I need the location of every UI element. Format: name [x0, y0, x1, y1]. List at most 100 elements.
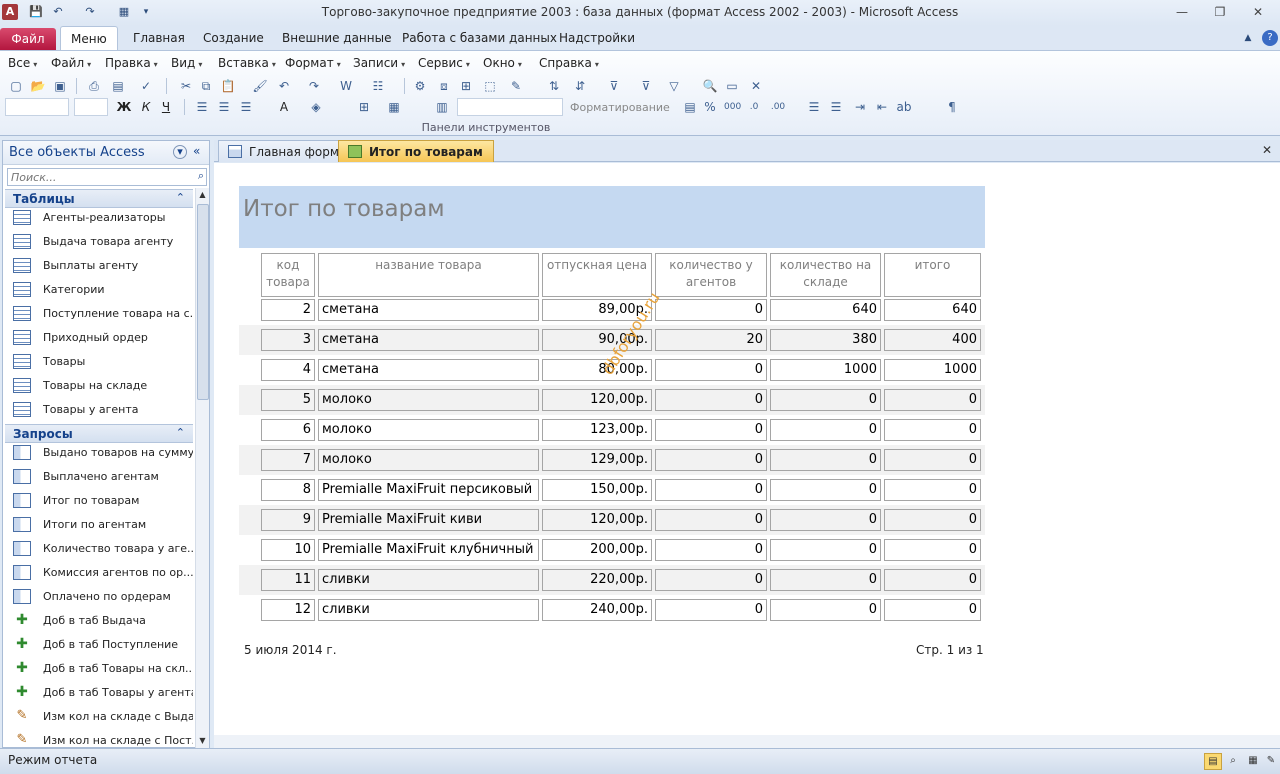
- conditional-icon[interactable]: ▥: [434, 99, 450, 115]
- bold-icon[interactable]: Ж: [116, 99, 132, 115]
- analyze-icon[interactable]: ☷: [370, 78, 386, 94]
- report-view-icon[interactable]: ▤: [1204, 753, 1222, 770]
- minimize-icon[interactable]: —: [1170, 4, 1194, 20]
- office-links-icon[interactable]: W: [338, 78, 354, 94]
- rtl-icon[interactable]: ab: [896, 99, 912, 115]
- outdent-icon[interactable]: ⇤: [874, 99, 890, 115]
- nav-query-item[interactable]: Оплачено по ордерам: [13, 586, 193, 608]
- nav-query-item[interactable]: Итоги по агентам: [13, 514, 193, 536]
- help-icon[interactable]: ?: [1262, 30, 1278, 46]
- collapse-section-icon[interactable]: ⌃: [176, 191, 185, 204]
- menu-tools[interactable]: Сервис ▾: [418, 56, 470, 70]
- filter-selection-icon[interactable]: ⊽: [606, 78, 622, 94]
- nav-search-input[interactable]: [8, 169, 188, 185]
- sort-desc-icon[interactable]: ⇵: [572, 78, 588, 94]
- nav-table-item[interactable]: Выдача товара агенту: [13, 231, 193, 253]
- nav-table-item[interactable]: Агенты-реализаторы: [13, 207, 193, 229]
- tab-menu[interactable]: Меню: [60, 26, 118, 51]
- nav-query-item[interactable]: ✚ Доб в таб Выдача: [13, 610, 193, 632]
- nav-query-item[interactable]: ✚ Доб в таб Товары на скл...: [13, 658, 193, 680]
- currency-icon[interactable]: ▤: [682, 99, 698, 115]
- nav-menu-chevron-icon[interactable]: ▾: [173, 145, 187, 159]
- nav-table-item[interactable]: Выплаты агенту: [13, 255, 193, 277]
- bullets-icon[interactable]: ☰: [806, 99, 822, 115]
- tab-home[interactable]: Главная: [123, 26, 195, 50]
- nav-table-item[interactable]: Товары: [13, 351, 193, 373]
- minimize-ribbon-icon[interactable]: ▲: [1240, 30, 1256, 46]
- spelling-icon[interactable]: ✓: [138, 78, 154, 94]
- new-icon[interactable]: ▢: [8, 78, 24, 94]
- save-icon[interactable]: ▣: [52, 78, 68, 94]
- paste-icon[interactable]: 📋: [220, 78, 236, 94]
- layout-view-icon[interactable]: ▦: [1244, 753, 1262, 770]
- indent-icon[interactable]: ⇥: [852, 99, 868, 115]
- collapse-nav-icon[interactable]: «: [193, 144, 200, 158]
- tab-create[interactable]: Создание: [193, 26, 274, 50]
- menu-all[interactable]: Все ▾: [8, 56, 37, 70]
- tab-addins[interactable]: Надстройки: [549, 26, 645, 50]
- nav-table-item[interactable]: Категории: [13, 279, 193, 301]
- menu-help[interactable]: Справка ▾: [539, 56, 599, 70]
- nav-table-item[interactable]: Товары у агента: [13, 399, 193, 421]
- delete-record-icon[interactable]: ✕: [748, 78, 764, 94]
- search-icon[interactable]: ⌕: [198, 169, 204, 183]
- menu-view[interactable]: Вид ▾: [171, 56, 202, 70]
- doc-tab-main-form[interactable]: Главная форма: [218, 140, 358, 162]
- menu-format[interactable]: Формат ▾: [285, 56, 341, 70]
- scroll-thumb[interactable]: [197, 204, 209, 400]
- align-center-icon[interactable]: ☰: [216, 99, 232, 115]
- copy-icon[interactable]: ⧉: [198, 78, 214, 94]
- borders-icon[interactable]: ⊞: [356, 99, 372, 115]
- sort-asc-icon[interactable]: ⇅: [546, 78, 562, 94]
- formatting-label[interactable]: Форматирование: [570, 101, 670, 114]
- nav-query-item[interactable]: Комиссия агентов по ор...: [13, 562, 193, 584]
- cut-icon[interactable]: ✂: [178, 78, 194, 94]
- font-size-combo[interactable]: [74, 98, 108, 116]
- menu-insert[interactable]: Вставка ▾: [218, 56, 276, 70]
- nav-table-item[interactable]: Товары на складе: [13, 375, 193, 397]
- tab-external-data[interactable]: Внешние данные: [272, 26, 401, 50]
- tab-file[interactable]: Файл: [0, 28, 56, 50]
- print-preview-icon[interactable]: ▤: [110, 78, 126, 94]
- fill-color-icon[interactable]: ◈: [308, 99, 324, 115]
- paragraph-icon[interactable]: ¶: [944, 99, 960, 115]
- subform-icon[interactable]: ⊞: [458, 78, 474, 94]
- thousands-icon[interactable]: 000: [724, 99, 741, 115]
- close-window-icon[interactable]: ✕: [1246, 4, 1270, 20]
- menu-edit[interactable]: Правка ▾: [105, 56, 158, 70]
- menu-file[interactable]: Файл ▾: [51, 56, 91, 70]
- horizontal-scrollbar[interactable]: [214, 735, 1280, 748]
- gridlines-icon[interactable]: ▦: [386, 99, 402, 115]
- nav-section-tables[interactable]: Таблицы ⌃: [5, 189, 193, 208]
- nav-scrollbar[interactable]: ▲ ▼: [195, 188, 209, 748]
- menu-records[interactable]: Записи ▾: [353, 56, 405, 70]
- percent-icon[interactable]: %: [702, 99, 718, 115]
- doc-tab-report[interactable]: Итог по товарам: [338, 140, 494, 162]
- highlight-icon[interactable]: ✎: [508, 78, 524, 94]
- decrease-decimal-icon[interactable]: .00: [770, 99, 786, 115]
- nav-table-item[interactable]: Приходный ордер: [13, 327, 193, 349]
- nav-table-item[interactable]: Поступление товара на с...: [13, 303, 193, 325]
- scroll-down-icon[interactable]: ▼: [196, 734, 209, 748]
- collapse-section-icon[interactable]: ⌃: [176, 426, 185, 439]
- menu-window[interactable]: Окно ▾: [483, 56, 522, 70]
- font-combo[interactable]: [5, 98, 69, 116]
- undo-icon[interactable]: ↶: [276, 78, 292, 94]
- redo-icon[interactable]: ↷: [306, 78, 322, 94]
- nav-query-item[interactable]: Выдано товаров на сумму: [13, 442, 193, 464]
- nav-query-item[interactable]: Количество товара у аге...: [13, 538, 193, 560]
- increase-decimal-icon[interactable]: .0: [746, 99, 762, 115]
- tab-database-tools[interactable]: Работа с базами данных: [392, 26, 567, 50]
- design-view-icon[interactable]: ✎: [1262, 753, 1280, 770]
- filter-form-icon[interactable]: ⊽: [638, 78, 654, 94]
- nav-section-queries[interactable]: Запросы ⌃: [5, 424, 193, 443]
- underline-icon[interactable]: Ч: [158, 99, 174, 115]
- restore-icon[interactable]: ❐: [1208, 4, 1232, 20]
- new-object-icon[interactable]: ⬚: [482, 78, 498, 94]
- apply-filter-icon[interactable]: ▽: [666, 78, 682, 94]
- align-right-icon[interactable]: ☰: [238, 99, 254, 115]
- nav-query-item[interactable]: Выплачено агентам: [13, 466, 193, 488]
- find-icon[interactable]: 🔍: [702, 78, 718, 94]
- print-icon[interactable]: ⎙: [86, 78, 102, 94]
- scroll-up-icon[interactable]: ▲: [196, 188, 209, 202]
